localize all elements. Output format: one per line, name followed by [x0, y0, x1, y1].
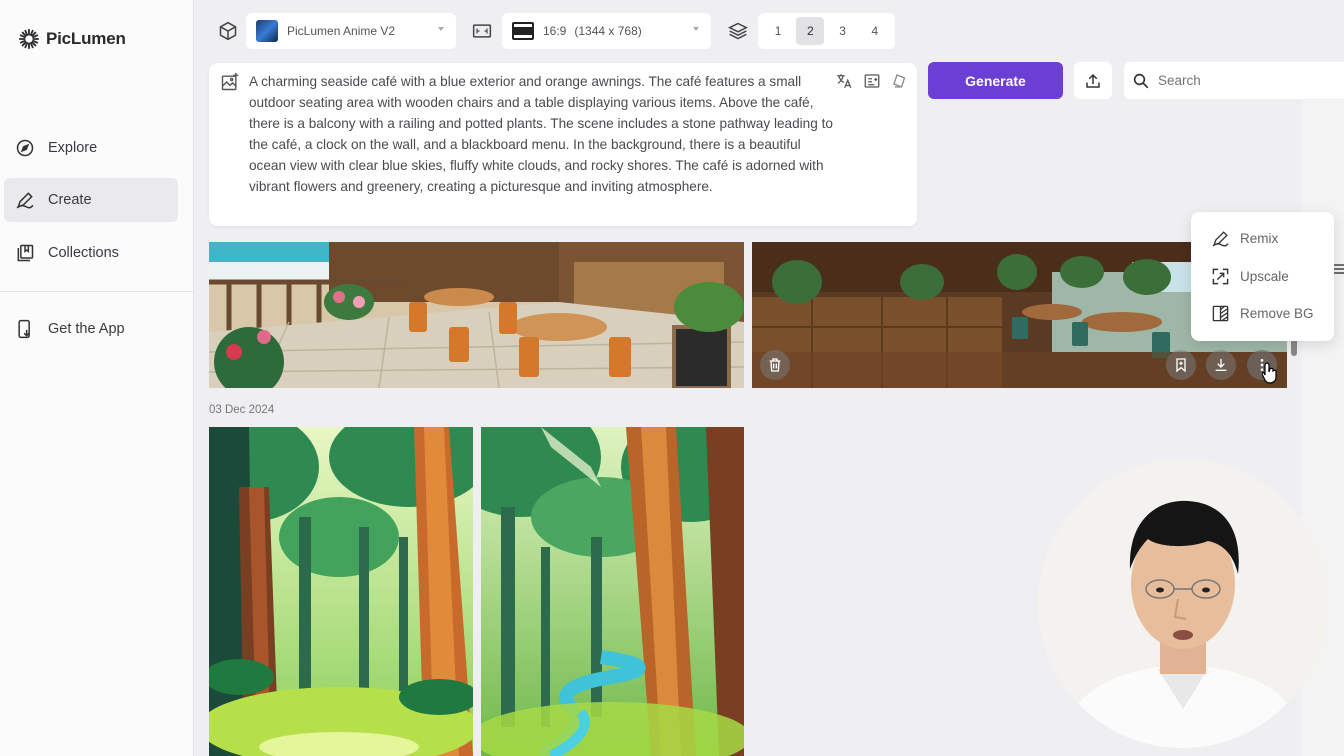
sidebar-divider [0, 291, 194, 292]
gallery-date-label: 03 Dec 2024 [209, 404, 275, 416]
sidebar-item-label: Collections [48, 245, 119, 261]
generate-button[interactable]: Generate [928, 62, 1063, 99]
sidebar-item-collections[interactable]: Collections [4, 231, 178, 275]
prompt-tools [834, 71, 909, 90]
menu-item-label: Remix [1240, 231, 1279, 247]
sidebar-item-label: Explore [48, 140, 98, 156]
aspect-ratio-icon [470, 19, 494, 43]
phone-icon [18, 319, 30, 339]
pen-icon [16, 192, 34, 209]
resolution-value: (1344 x 768) [574, 24, 642, 38]
brand-name: PicLumen [46, 29, 126, 48]
aspect-ratio-value: 16:9 [543, 24, 567, 38]
prompt-box: A charming seaside café with a blue exte… [209, 63, 917, 226]
menu-item-upscale[interactable]: Upscale [1191, 258, 1334, 296]
delete-image-button[interactable] [760, 350, 790, 380]
sidebar-item-label: Get the App [48, 321, 125, 337]
search-input[interactable] [1158, 73, 1338, 88]
chevron-down-icon [438, 27, 444, 31]
generated-image-forest-1[interactable] [209, 427, 473, 756]
count-option-2[interactable]: 2 [796, 17, 825, 45]
search-icon [1133, 73, 1149, 88]
clear-prompt-icon[interactable] [890, 71, 909, 90]
upscale-icon [1212, 268, 1229, 285]
aspect-ratio-select[interactable]: 16:9 (1344 x 768) [502, 13, 711, 49]
menu-item-label: Remove BG [1240, 306, 1314, 322]
top-toolbar: PicLumen Anime V2 16:9 (1344 x 768) 1 2 … [194, 0, 1344, 60]
presenter-video [1038, 459, 1327, 748]
upload-icon [1086, 73, 1100, 88]
menu-item-remix[interactable]: Remix [1191, 220, 1334, 258]
model-cube-icon [216, 19, 240, 43]
webcam-overlay [1038, 459, 1327, 748]
count-option-1[interactable]: 1 [764, 17, 792, 45]
menu-item-remove-bg[interactable]: Remove BG [1191, 295, 1334, 333]
remove-background-icon [1212, 305, 1229, 322]
download-image-button[interactable] [1206, 350, 1236, 380]
image-options-menu: Remix Upscale Remove BG [1191, 212, 1334, 341]
piclumen-logo-icon [18, 28, 40, 50]
bookmark-add-icon [1176, 358, 1186, 373]
upload-button[interactable] [1074, 62, 1112, 99]
count-option-3[interactable]: 3 [829, 17, 857, 45]
sidebar-item-get-app[interactable]: Get the App [4, 307, 178, 351]
layers-icon [726, 19, 750, 43]
sidebar-item-label: Create [48, 192, 92, 208]
count-option-4[interactable]: 4 [861, 17, 889, 45]
generated-image-cafe-1[interactable] [209, 242, 744, 388]
model-select-value: PicLumen Anime V2 [287, 24, 396, 38]
image-reference-icon[interactable] [220, 72, 240, 97]
model-thumbnail [256, 20, 278, 42]
download-icon [1215, 359, 1227, 371]
remix-icon [1212, 231, 1229, 247]
sidebar: PicLumen Explore Create Collections Get … [0, 0, 194, 756]
search-box [1124, 62, 1344, 99]
ratio-preview-icon [512, 22, 534, 40]
prompt-textarea[interactable]: A charming seaside café with a blue exte… [249, 71, 834, 197]
trash-icon [769, 358, 781, 372]
prompt-enhance-icon[interactable] [862, 71, 881, 90]
brand[interactable]: PicLumen [18, 28, 126, 50]
model-select[interactable]: PicLumen Anime V2 [246, 13, 456, 49]
bookmark-image-button[interactable] [1166, 350, 1196, 380]
hand-cursor-icon [1262, 362, 1277, 384]
sidebar-item-create[interactable]: Create [4, 178, 178, 222]
collections-icon [17, 244, 34, 262]
chevron-down-icon [693, 27, 699, 31]
image-count-selector: 1 2 3 4 [758, 13, 895, 49]
compass-icon [16, 139, 34, 157]
translate-icon[interactable] [834, 71, 853, 90]
menu-item-label: Upscale [1240, 268, 1289, 284]
sidebar-item-explore[interactable]: Explore [4, 126, 178, 170]
generated-image-forest-2[interactable] [481, 427, 744, 756]
